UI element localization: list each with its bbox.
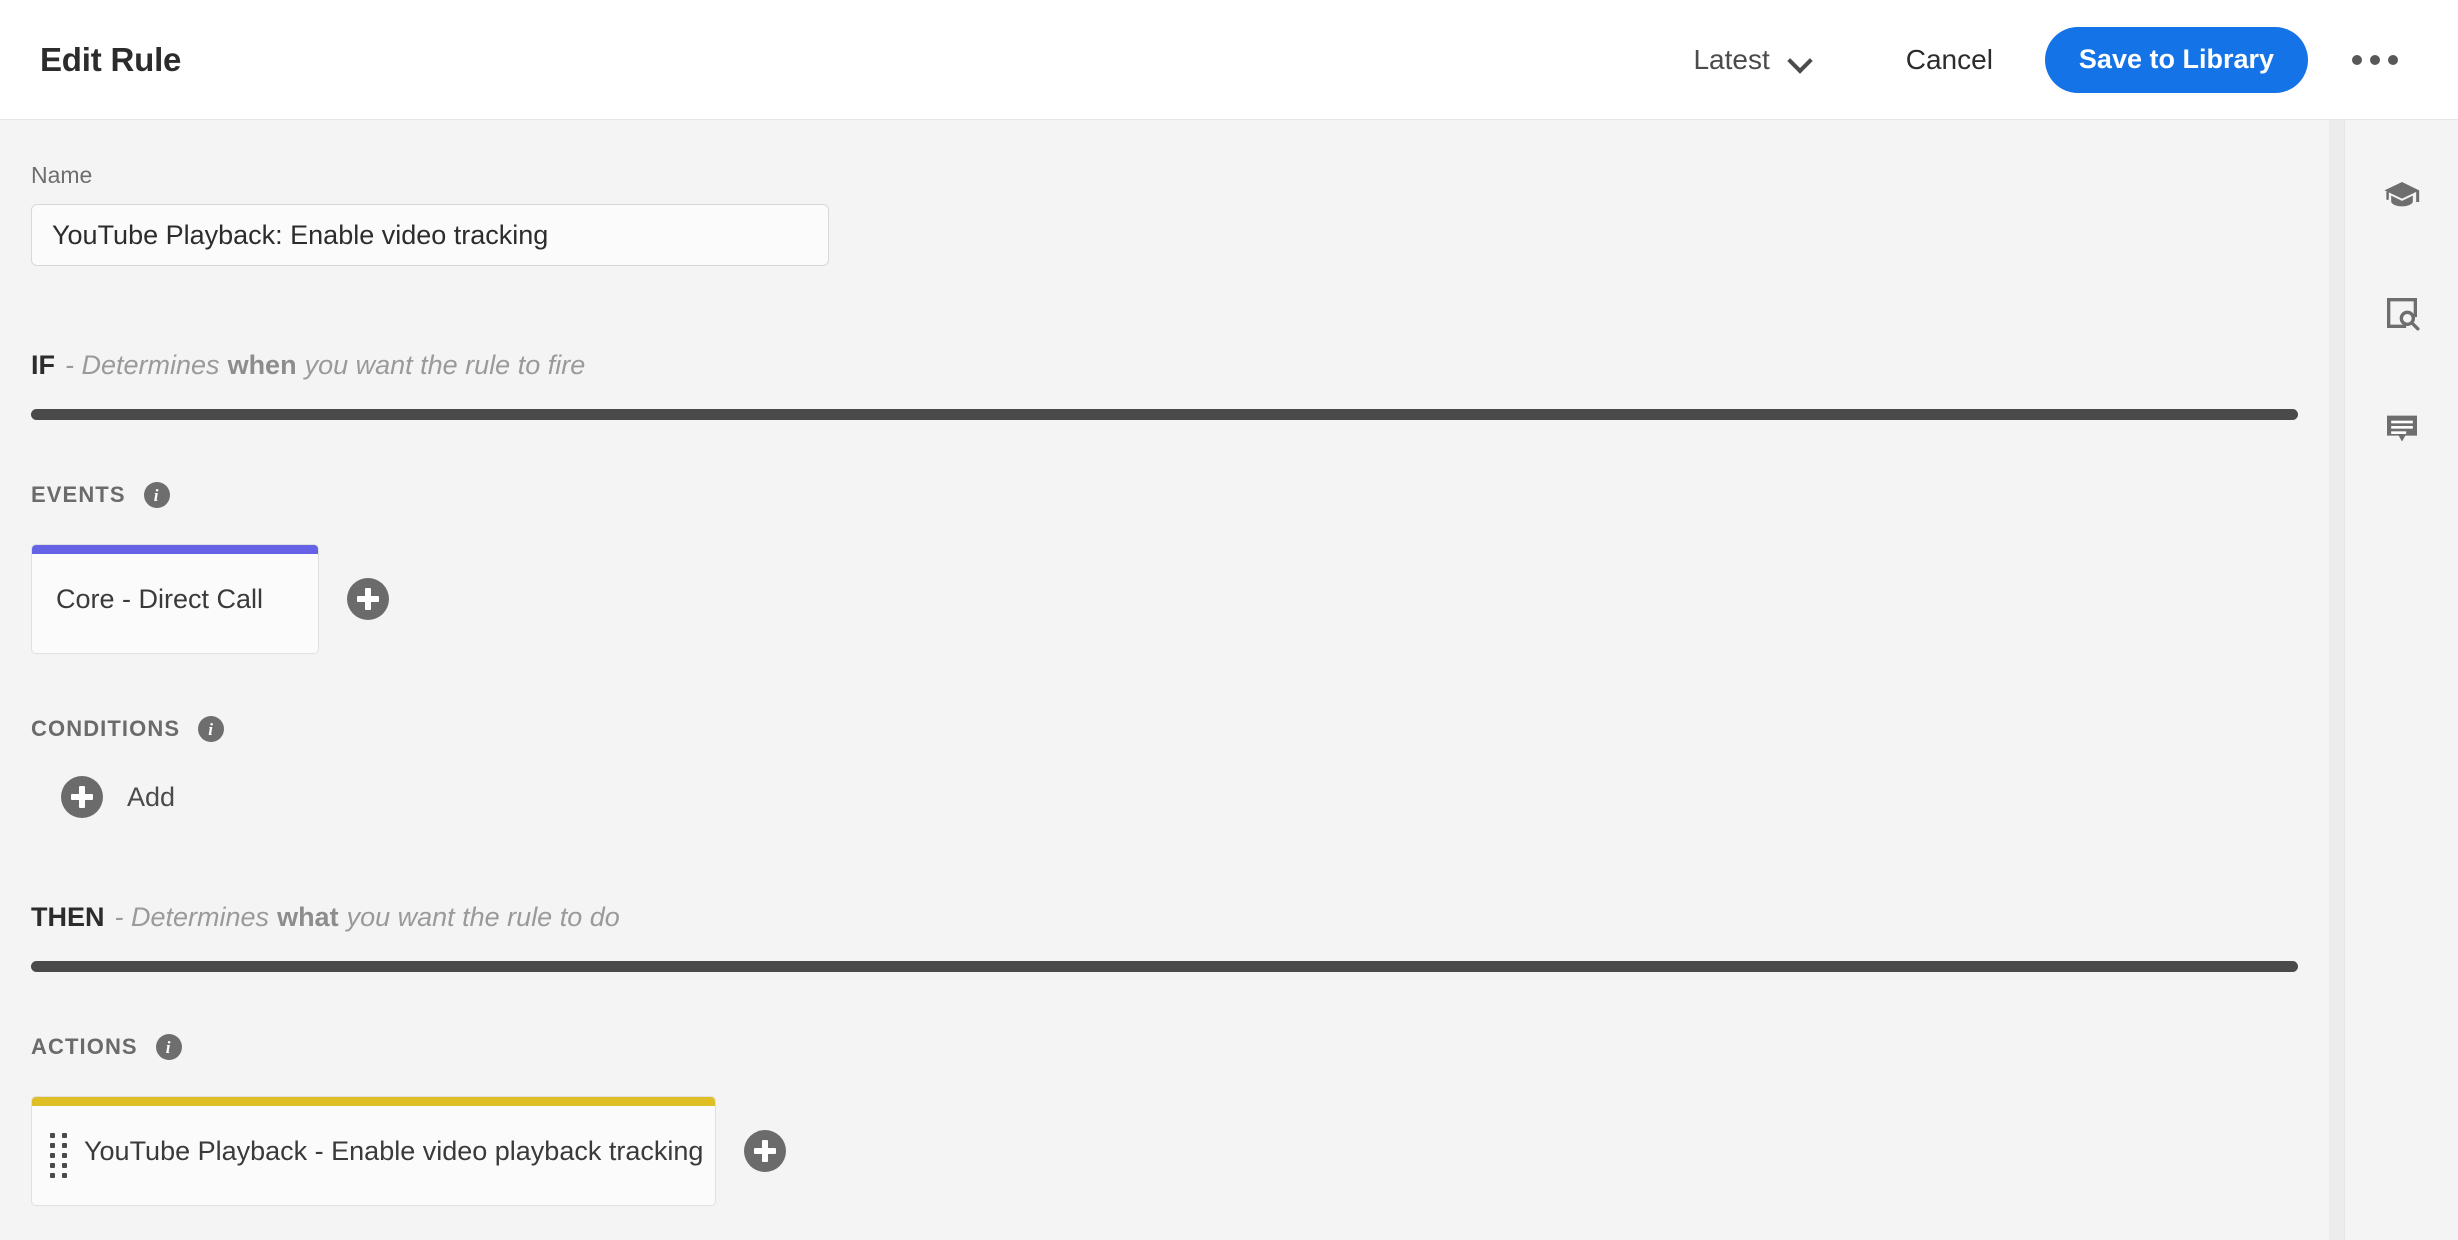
graduation-cap-icon bbox=[2382, 177, 2422, 220]
action-card-label: YouTube Playback - Enable video playback… bbox=[84, 1135, 704, 1166]
right-rail-gap bbox=[2329, 120, 2344, 1240]
if-section-heading: IF - Determines when you want the rule t… bbox=[31, 350, 2298, 381]
name-field-group: Name bbox=[31, 162, 2298, 266]
edit-rule-page: Edit Rule Latest Cancel Save to Library … bbox=[0, 0, 2458, 1240]
ellipsis-icon bbox=[2370, 54, 2380, 65]
main-content: Name IF - Determines when you want the r… bbox=[0, 120, 2329, 1240]
document-search-icon bbox=[2382, 293, 2422, 336]
then-text-before: Determines bbox=[131, 902, 270, 932]
if-text-before: Determines bbox=[81, 350, 220, 380]
if-keyword: IF bbox=[31, 350, 55, 380]
version-dropdown[interactable]: Latest bbox=[1687, 34, 1817, 86]
comment-bubble-icon bbox=[2382, 409, 2422, 452]
more-options-button[interactable] bbox=[2348, 41, 2402, 79]
event-card-label: Core - Direct Call bbox=[56, 583, 264, 614]
cancel-button[interactable]: Cancel bbox=[1896, 30, 2003, 90]
events-card-row: Core - Direct Call bbox=[31, 544, 2298, 654]
then-text-after: you want the rule to do bbox=[346, 902, 620, 932]
header-actions: Latest Cancel Save to Library bbox=[1687, 0, 2458, 119]
actions-label-text: ACTIONS bbox=[31, 1034, 138, 1059]
add-condition-button[interactable] bbox=[61, 776, 103, 818]
version-dropdown-label: Latest bbox=[1693, 43, 1770, 75]
conditions-label-text: CONDITIONS bbox=[31, 716, 181, 741]
then-dash: - bbox=[114, 902, 124, 932]
then-section-heading: THEN - Determines what you want the rule… bbox=[31, 902, 2298, 933]
if-text-after: you want the rule to fire bbox=[304, 350, 586, 380]
events-section-label: EVENTS i bbox=[31, 482, 2298, 508]
name-label: Name bbox=[31, 162, 93, 188]
then-emphasis: what bbox=[277, 902, 339, 932]
info-icon[interactable]: i bbox=[143, 482, 170, 508]
ellipsis-icon bbox=[2388, 54, 2398, 65]
chevron-down-icon bbox=[1788, 48, 1812, 72]
conditions-section-label: CONDITIONS i bbox=[31, 716, 2298, 742]
add-condition-row[interactable]: Add bbox=[61, 776, 175, 818]
then-divider-bar bbox=[31, 961, 2298, 972]
info-icon[interactable]: i bbox=[155, 1034, 182, 1060]
if-emphasis: when bbox=[227, 350, 297, 380]
events-label-text: EVENTS bbox=[31, 482, 126, 507]
rail-item-feedback[interactable] bbox=[2366, 394, 2438, 466]
add-action-button[interactable] bbox=[744, 1130, 786, 1172]
if-divider-bar bbox=[31, 409, 2298, 420]
rail-item-inspect[interactable] bbox=[2366, 278, 2438, 350]
add-condition-label: Add bbox=[127, 781, 176, 812]
drag-handle-icon[interactable] bbox=[50, 1133, 68, 1178]
info-icon[interactable]: i bbox=[198, 716, 225, 742]
page-title: Edit Rule bbox=[40, 40, 182, 78]
then-keyword: THEN bbox=[31, 902, 105, 932]
add-event-button[interactable] bbox=[347, 578, 389, 620]
action-card[interactable]: YouTube Playback - Enable video playback… bbox=[31, 1096, 716, 1206]
if-dash: - bbox=[65, 350, 74, 380]
ellipsis-icon bbox=[2352, 54, 2362, 65]
save-to-library-button[interactable]: Save to Library bbox=[2044, 26, 2308, 93]
rule-name-input[interactable] bbox=[31, 204, 829, 266]
page-header: Edit Rule Latest Cancel Save to Library bbox=[0, 0, 2458, 120]
right-rail bbox=[2344, 120, 2458, 1240]
actions-section-label: ACTIONS i bbox=[31, 1034, 2298, 1060]
rail-item-learn[interactable] bbox=[2366, 162, 2438, 234]
actions-card-row: YouTube Playback - Enable video playback… bbox=[31, 1096, 2298, 1206]
event-card[interactable]: Core - Direct Call bbox=[31, 544, 319, 654]
